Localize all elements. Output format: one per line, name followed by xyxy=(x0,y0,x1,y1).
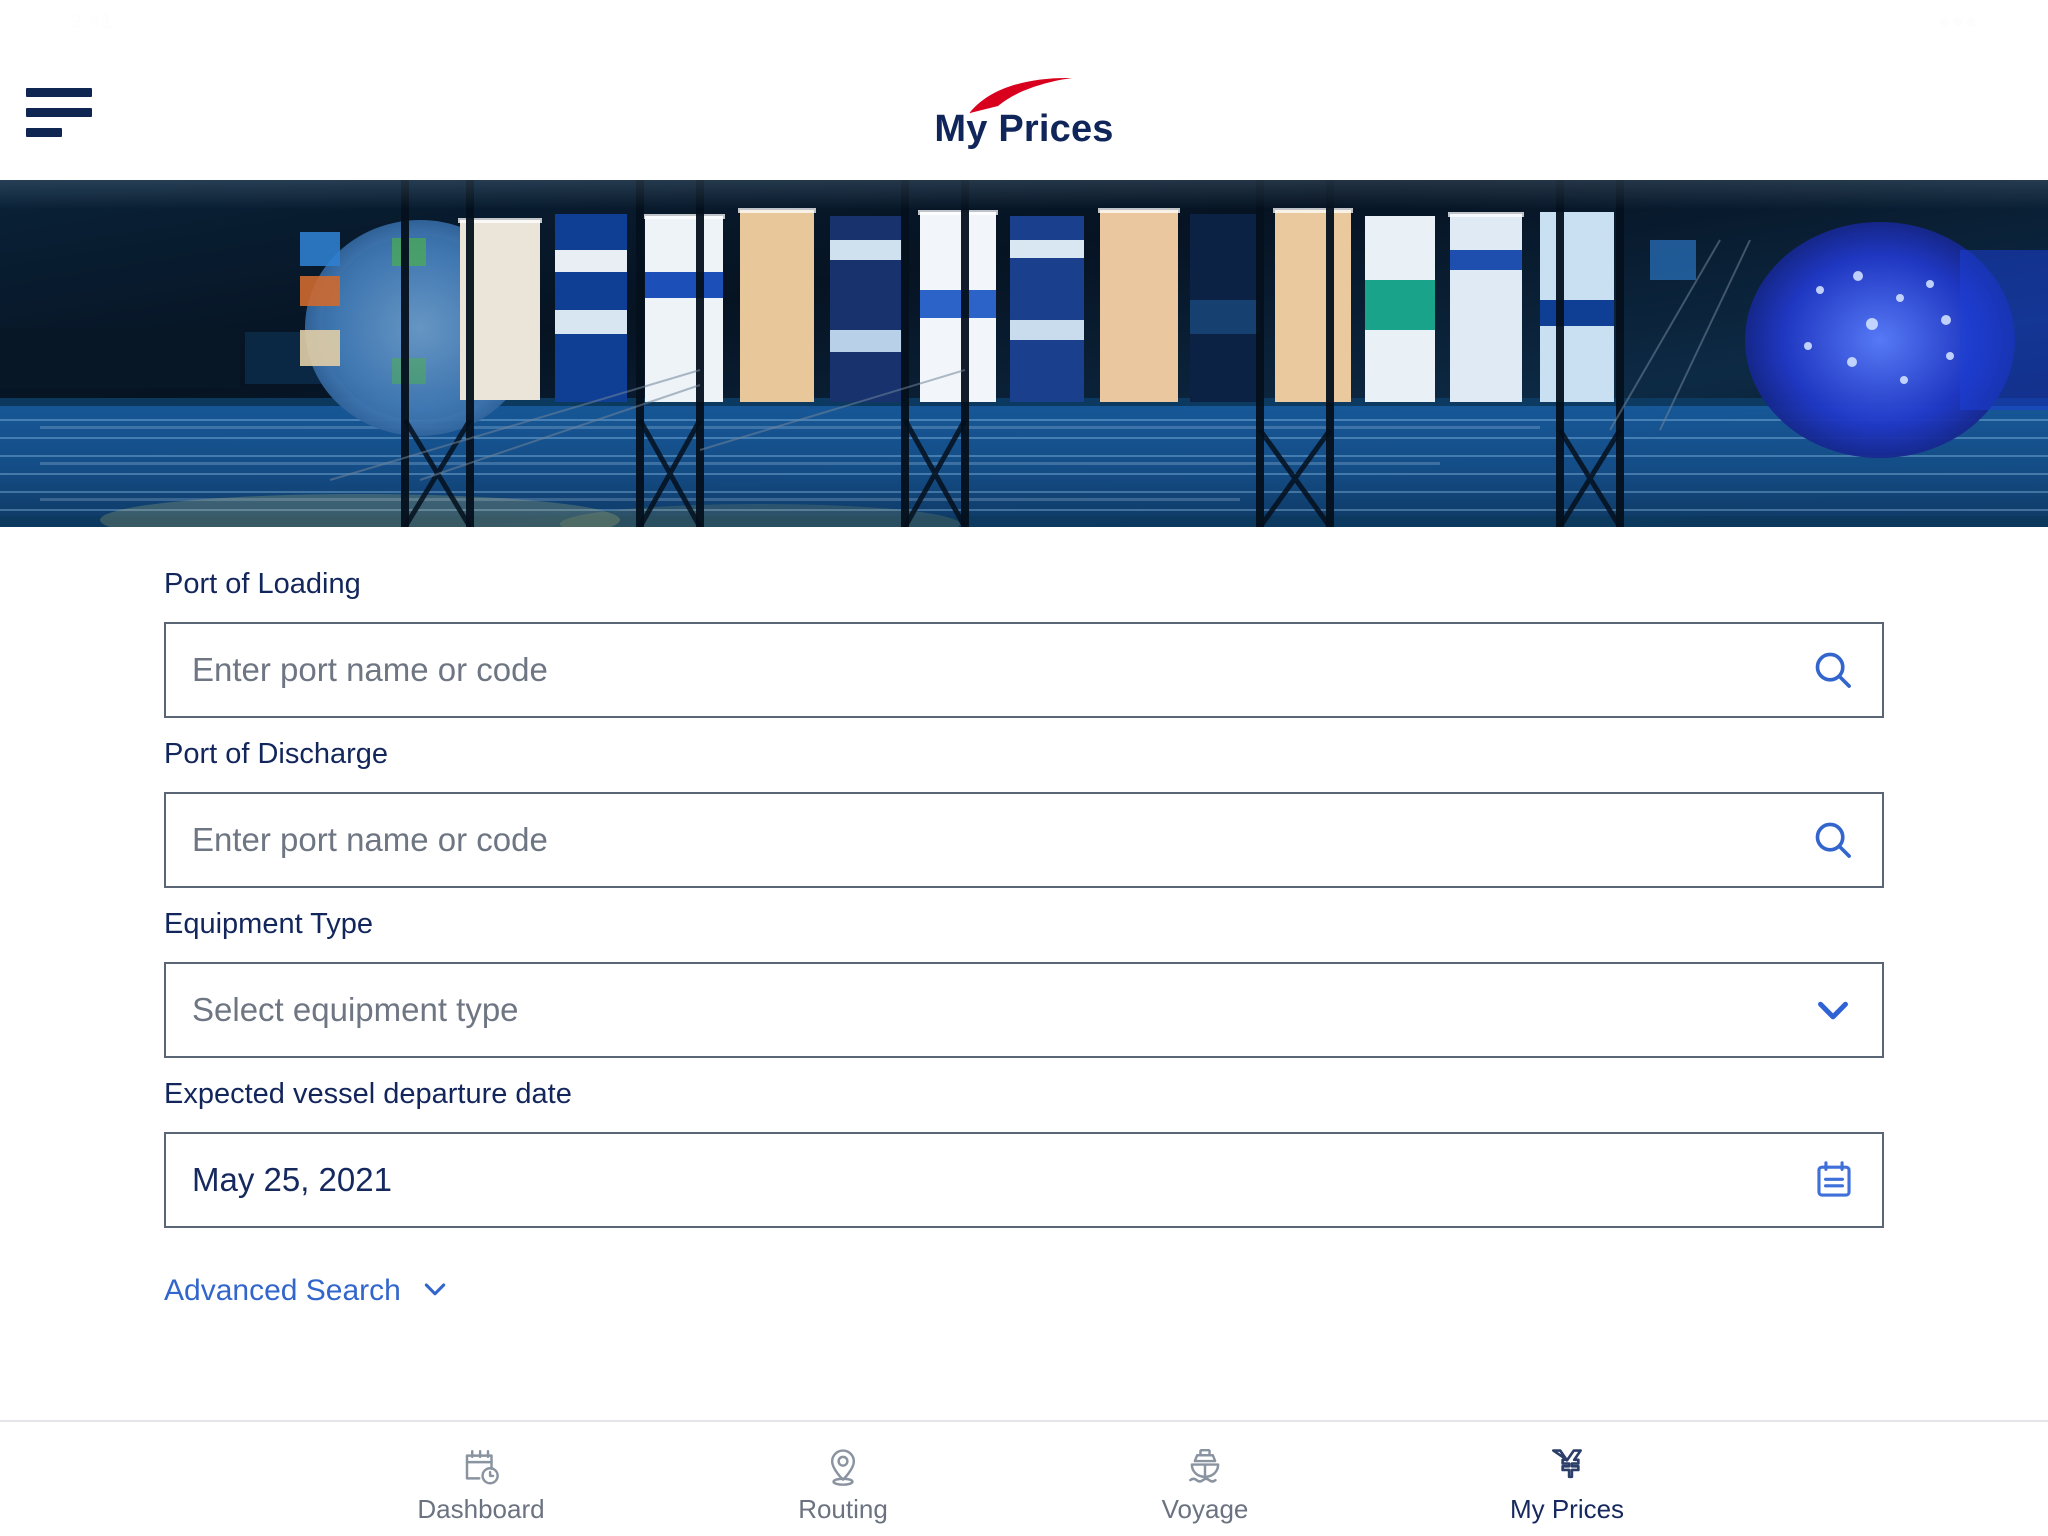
app-header: My Prices xyxy=(0,44,2048,180)
brand-block: My Prices xyxy=(814,74,1234,150)
port-of-loading-label: Port of Loading xyxy=(164,568,361,600)
departure-date-label: Expected vessel departure date xyxy=(164,1077,572,1110)
chevron-down-icon xyxy=(419,1273,451,1310)
status-bar-indicators: ●●● xyxy=(1938,10,1978,34)
nav-label-my-prices: My Prices xyxy=(1509,1494,1625,1524)
port-of-loading-input[interactable]: Enter port name or code xyxy=(164,621,1884,718)
calendar-icon[interactable] xyxy=(1812,1158,1856,1202)
field-port-of-loading: Port of Loading Enter port name or code xyxy=(164,568,1884,718)
nav-label-voyage: Voyage xyxy=(1161,1494,1249,1524)
advanced-search-toggle[interactable]: Advanced Search xyxy=(164,1273,451,1310)
bottom-navigation-bar: Dashboard Routing Voyage My Prices xyxy=(0,1420,2048,1536)
nav-item-my-prices[interactable]: My Prices xyxy=(1386,1422,1748,1536)
field-port-of-discharge: Port of Discharge Enter port name or cod… xyxy=(164,737,1884,888)
nav-label-dashboard: Dashboard xyxy=(417,1494,545,1524)
advanced-search-label: Advanced Search xyxy=(164,1274,401,1308)
nav-item-routing[interactable]: Routing xyxy=(662,1422,1024,1536)
search-icon[interactable] xyxy=(1810,647,1856,693)
chevron-down-icon[interactable] xyxy=(1810,987,1856,1033)
nav-label-routing: Routing xyxy=(798,1494,888,1524)
port-of-discharge-label: Port of Discharge xyxy=(164,737,389,770)
hero-ship-illustration xyxy=(0,180,2048,527)
price-search-form: Port of Loading Enter port name or code … xyxy=(0,527,2048,1420)
equipment-type-select[interactable]: Select equipment type xyxy=(164,961,1884,1058)
hamburger-line-3 xyxy=(26,127,62,137)
location-pin-icon xyxy=(822,1444,864,1490)
hamburger-menu-icon[interactable] xyxy=(26,85,92,139)
departure-date-input[interactable]: May 25, 2021 xyxy=(164,1131,1884,1228)
app-root: 9:41 ●●● My Prices Port of Loading Enter… xyxy=(0,0,2048,1536)
page-title: My Prices xyxy=(934,108,1114,151)
search-icon[interactable] xyxy=(1810,817,1856,863)
ship-icon xyxy=(1184,1444,1226,1490)
equipment-type-label: Equipment Type xyxy=(164,907,374,940)
hamburger-line-1 xyxy=(26,87,92,97)
yen-currency-icon xyxy=(1546,1444,1588,1490)
field-equipment-type: Equipment Type Select equipment type xyxy=(164,907,1884,1058)
port-of-loading-placeholder: Enter port name or code xyxy=(192,651,548,689)
calendar-clock-icon xyxy=(460,1444,502,1490)
status-bar-indicator-icons: ●●● xyxy=(1938,10,1978,33)
hamburger-line-2 xyxy=(26,107,92,117)
departure-date-value: May 25, 2021 xyxy=(192,1161,392,1199)
status-bar-time: 9:41 xyxy=(70,10,113,33)
nav-item-dashboard[interactable]: Dashboard xyxy=(300,1422,662,1536)
port-of-discharge-placeholder: Enter port name or code xyxy=(192,821,548,859)
field-departure-date: Expected vessel departure date May 25, 2… xyxy=(164,1077,1884,1228)
hero-banner-image xyxy=(0,180,2048,527)
port-of-discharge-input[interactable]: Enter port name or code xyxy=(164,791,1884,888)
nav-item-voyage[interactable]: Voyage xyxy=(1024,1422,1386,1536)
equipment-type-placeholder: Select equipment type xyxy=(192,991,519,1029)
status-bar: 9:41 ●●● xyxy=(0,0,2048,44)
